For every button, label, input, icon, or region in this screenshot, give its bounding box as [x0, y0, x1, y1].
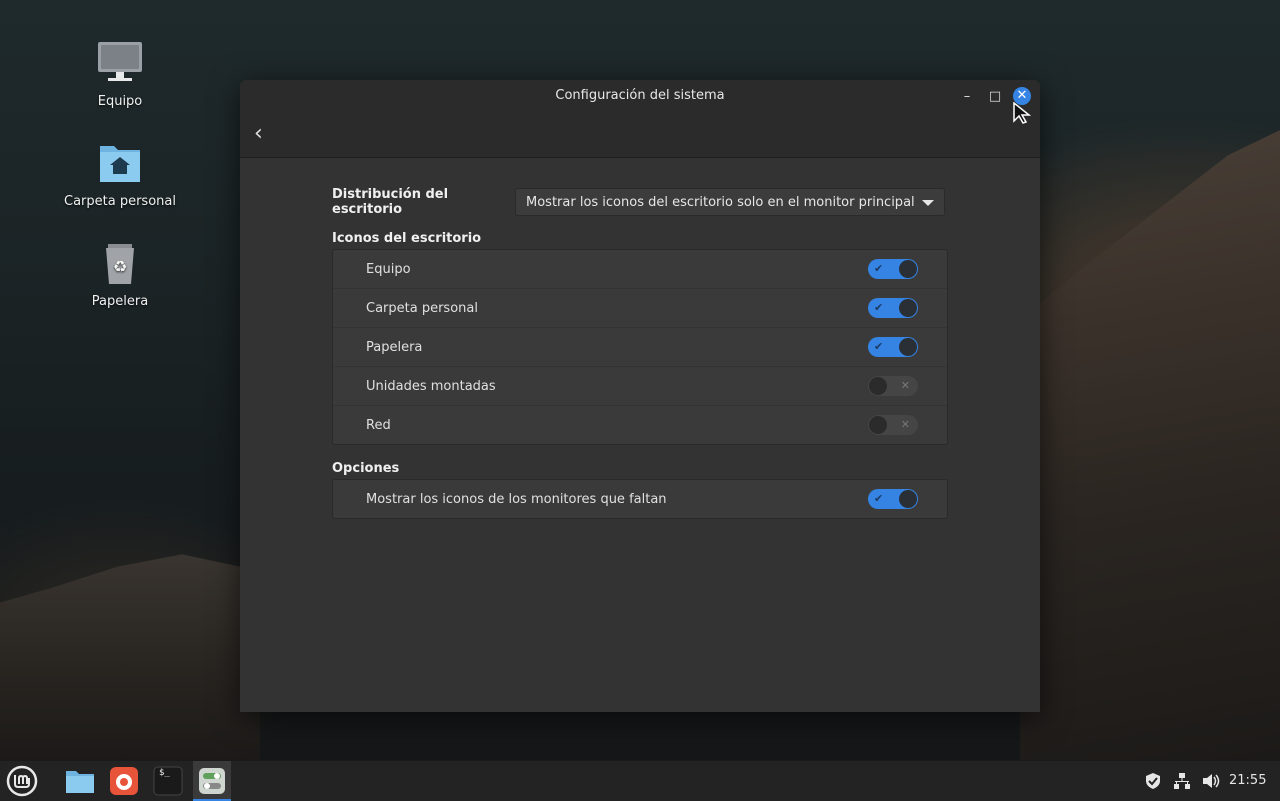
options-panel: Mostrar los iconos de los monitores que … [332, 479, 948, 519]
minimize-button[interactable]: – [958, 88, 976, 106]
check-icon: ✔ [874, 262, 884, 275]
desktop-icons-panel: Equipo ✔ Carpeta personal ✔ Papelera ✔ U… [332, 249, 948, 445]
desktop-icon-trash[interactable]: ♻ Papelera [60, 242, 180, 309]
home-folder-icon [96, 142, 144, 190]
dropdown-arrow-icon [922, 200, 934, 206]
settings-window: Configuración del sistema – □ ✕ ‹ Distri… [240, 80, 1040, 712]
shield-icon[interactable] [1144, 761, 1162, 801]
setting-label: Carpeta personal [366, 300, 478, 316]
setting-row-home: Carpeta personal ✔ [333, 289, 947, 328]
wallpaper-mountain-right [1020, 130, 1280, 760]
desktop-layout-dropdown[interactable]: Mostrar los iconos del escritorio solo e… [515, 188, 945, 216]
check-icon: ✔ [874, 301, 884, 314]
trash-icon: ♻ [96, 242, 144, 290]
options-section-title: Opciones [332, 461, 400, 476]
back-button[interactable]: ‹ [254, 122, 274, 146]
window-title: Configuración del sistema [555, 88, 725, 103]
terminal-icon[interactable]: $_ [152, 765, 184, 797]
firefox-icon[interactable] [108, 765, 140, 797]
home-toggle[interactable]: ✔ [868, 298, 918, 318]
wallpaper-mountain-left [0, 554, 260, 760]
desktop-layout-value: Mostrar los iconos del escritorio solo e… [526, 195, 915, 210]
network-icon[interactable] [1173, 761, 1191, 801]
computer-icon [96, 42, 144, 90]
clock[interactable]: 21:55 [1229, 761, 1266, 801]
setting-label: Papelera [366, 339, 423, 355]
cross-icon: ✕ [900, 418, 910, 431]
desktop-icon-label: Papelera [91, 294, 149, 309]
desktop-icon-label: Equipo [97, 94, 143, 109]
desktop-icon-label: Carpeta personal [64, 194, 176, 209]
files-icon[interactable] [64, 765, 96, 797]
setting-row-computer: Equipo ✔ [333, 250, 947, 289]
setting-label: Mostrar los iconos de los monitores que … [366, 491, 667, 507]
desktop-layout-row: Distribución del escritorio Mostrar los … [332, 187, 948, 217]
setting-label: Equipo [366, 261, 411, 277]
setting-row-missing-monitors: Mostrar los iconos de los monitores que … [333, 480, 947, 518]
desktop-icon-home[interactable]: Carpeta personal [60, 142, 180, 209]
check-icon: ✔ [874, 492, 884, 505]
terminal-prompt: $_ [159, 768, 170, 778]
svg-text:♻: ♻ [113, 257, 127, 276]
desktop-layout-label: Distribución del escritorio [332, 187, 449, 217]
network-toggle[interactable]: ✕ [868, 415, 918, 435]
volume-icon[interactable] [1201, 761, 1221, 801]
titlebar[interactable]: Configuración del sistema – □ ✕ ‹ [240, 80, 1040, 158]
system-settings-icon[interactable] [196, 765, 228, 797]
setting-label: Red [366, 417, 391, 433]
missing-monitors-toggle[interactable]: ✔ [868, 489, 918, 509]
trash-toggle[interactable]: ✔ [868, 337, 918, 357]
taskbar: $_ 21:55 [0, 760, 1280, 801]
check-icon: ✔ [874, 340, 884, 353]
settings-content: Distribución del escritorio Mostrar los … [332, 187, 948, 519]
cross-icon: ✕ [900, 379, 910, 392]
maximize-button[interactable]: □ [986, 88, 1004, 106]
setting-label: Unidades montadas [366, 378, 496, 394]
setting-row-mounted: Unidades montadas ✕ [333, 367, 947, 406]
mounted-toggle[interactable]: ✕ [868, 376, 918, 396]
desktop-icons-section-title: Iconos del escritorio [332, 231, 482, 246]
setting-row-network: Red ✕ [333, 406, 947, 444]
mouse-cursor-icon [1013, 102, 1031, 124]
setting-row-trash: Papelera ✔ [333, 328, 947, 367]
computer-toggle[interactable]: ✔ [868, 259, 918, 279]
mint-menu-icon[interactable] [6, 765, 38, 797]
desktop-icon-computer[interactable]: Equipo [60, 42, 180, 109]
